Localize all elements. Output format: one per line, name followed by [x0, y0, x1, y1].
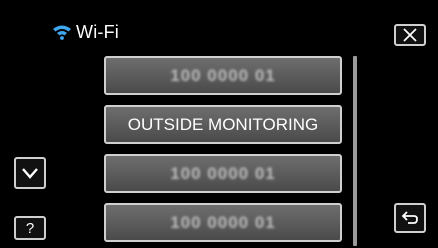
close-icon [403, 28, 417, 42]
list-item-network-4[interactable]: 100 0000 01 [104, 203, 342, 242]
page-title: Wi-Fi [76, 21, 119, 42]
list-item-outside-monitoring[interactable]: OUTSIDE MONITORING [104, 105, 342, 144]
wifi-screen: Wi-Fi 100 0000 01 OUTSIDE MONITORING 100… [0, 0, 438, 248]
scrollbar[interactable] [353, 56, 357, 246]
wifi-icon [53, 25, 71, 40]
list-item-network-1[interactable]: 100 0000 01 [104, 56, 342, 95]
list-item-label: 100 0000 01 [170, 212, 276, 232]
chevron-down-icon [22, 168, 38, 179]
scroll-down-button[interactable] [14, 157, 46, 189]
list-item-label: 100 0000 01 [170, 65, 276, 85]
return-icon [401, 211, 418, 224]
help-button[interactable]: ? [14, 216, 46, 240]
back-button[interactable] [394, 203, 426, 233]
header: Wi-Fi [52, 18, 119, 46]
list-item-network-3[interactable]: 100 0000 01 [104, 154, 342, 193]
help-label: ? [25, 219, 35, 237]
close-button[interactable] [394, 24, 426, 46]
list-item-label: 100 0000 01 [170, 163, 276, 183]
list-item-label: OUTSIDE MONITORING [127, 114, 319, 134]
